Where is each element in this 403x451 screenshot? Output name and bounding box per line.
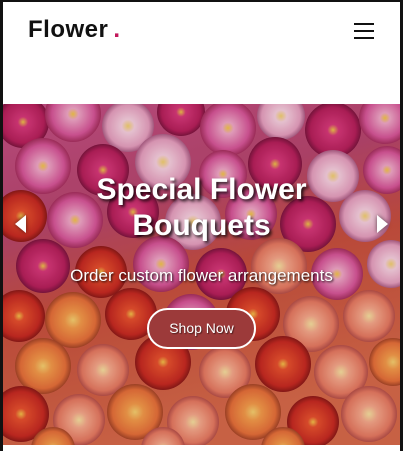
hero-content: Special Flower Bouquets Order custom flo… xyxy=(3,172,400,349)
hero-title: Special Flower Bouquets xyxy=(96,173,307,242)
shop-now-button[interactable]: Shop Now xyxy=(147,308,256,349)
page-bottom xyxy=(3,445,400,451)
brand-logo[interactable]: Flower. xyxy=(28,16,121,44)
site-header: Flower. xyxy=(3,2,400,62)
hero-subtitle: Order custom flower arrangements xyxy=(70,266,333,285)
page-frame: Flower. Special Flower Bouquets Order cu… xyxy=(0,0,403,451)
menu-bar-middle xyxy=(354,30,374,32)
menu-bar-bottom xyxy=(354,37,374,39)
menu-bar-top xyxy=(354,23,374,25)
hamburger-menu-icon[interactable] xyxy=(354,23,374,40)
hero-carousel: Special Flower Bouquets Order custom flo… xyxy=(3,104,400,445)
brand-dot: . xyxy=(113,16,121,43)
brand-name: Flower xyxy=(28,16,109,43)
